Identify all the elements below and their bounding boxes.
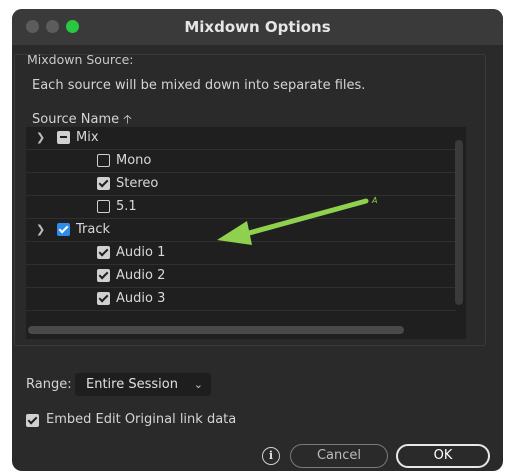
source-tree-list[interactable]: ❯ Mix Mono Stereo 5.1 ❯ Track Audio 1 Au… bbox=[26, 127, 466, 339]
embed-edit-original-label[interactable]: Embed Edit Original link data bbox=[46, 412, 236, 427]
tree-row-label: Audio 1 bbox=[116, 245, 166, 260]
embed-edit-original-checkbox[interactable] bbox=[26, 414, 39, 427]
audio-2-checkbox[interactable] bbox=[97, 269, 110, 282]
tree-row-mono[interactable]: Mono bbox=[26, 150, 456, 173]
range-label: Range: bbox=[26, 377, 72, 392]
surround-5-1-checkbox[interactable] bbox=[97, 200, 110, 213]
tree-row-track[interactable]: ❯ Track bbox=[26, 219, 456, 242]
tree-row-audio-3[interactable]: Audio 3 bbox=[26, 288, 456, 311]
audio-3-checkbox[interactable] bbox=[97, 292, 110, 305]
tree-row-label: Audio 2 bbox=[116, 268, 166, 283]
tree-row-label: Mix bbox=[76, 130, 99, 145]
info-icon[interactable]: i bbox=[262, 447, 280, 465]
mono-checkbox[interactable] bbox=[97, 154, 110, 167]
chevron-down-icon: ⌄ bbox=[193, 378, 203, 391]
source-name-header-label: Source Name bbox=[32, 112, 120, 127]
chevron-down-icon[interactable]: ❯ bbox=[36, 127, 45, 149]
tree-row-label: Audio 3 bbox=[116, 291, 166, 306]
mix-checkbox[interactable] bbox=[57, 131, 70, 144]
vertical-scrollbar[interactable] bbox=[455, 140, 463, 305]
tree-row-audio-2[interactable]: Audio 2 bbox=[26, 265, 456, 288]
tree-row-label: Stereo bbox=[116, 176, 159, 191]
stereo-checkbox[interactable] bbox=[97, 177, 110, 190]
tree-row-audio-1[interactable]: Audio 1 bbox=[26, 242, 456, 265]
tree-row-label: Track bbox=[76, 222, 111, 237]
mixdown-source-legend: Mixdown Source: bbox=[27, 52, 134, 67]
track-checkbox[interactable] bbox=[57, 223, 70, 236]
range-value: Entire Session bbox=[86, 377, 178, 392]
tree-row-mix[interactable]: ❯ Mix bbox=[26, 127, 456, 150]
tree-row-5-1[interactable]: 5.1 bbox=[26, 196, 456, 219]
audio-1-checkbox[interactable] bbox=[97, 246, 110, 259]
chevron-down-icon[interactable]: ❯ bbox=[36, 219, 45, 241]
horizontal-scrollbar[interactable] bbox=[28, 326, 404, 334]
dialog-title: Mixdown Options bbox=[184, 18, 331, 36]
title-bar: Mixdown Options bbox=[12, 9, 503, 45]
tree-row-label: Mono bbox=[116, 153, 152, 168]
cancel-button[interactable]: Cancel bbox=[290, 444, 388, 468]
mixdown-source-description: Each source will be mixed down into sepa… bbox=[32, 78, 366, 93]
tree-row-stereo[interactable]: Stereo bbox=[26, 173, 456, 196]
range-dropdown[interactable]: Entire Session ⌄ bbox=[75, 373, 211, 396]
sort-ascending-icon: 🡡 bbox=[123, 112, 132, 126]
ok-button[interactable]: OK bbox=[396, 444, 490, 468]
tree-row-label: 5.1 bbox=[116, 199, 137, 214]
